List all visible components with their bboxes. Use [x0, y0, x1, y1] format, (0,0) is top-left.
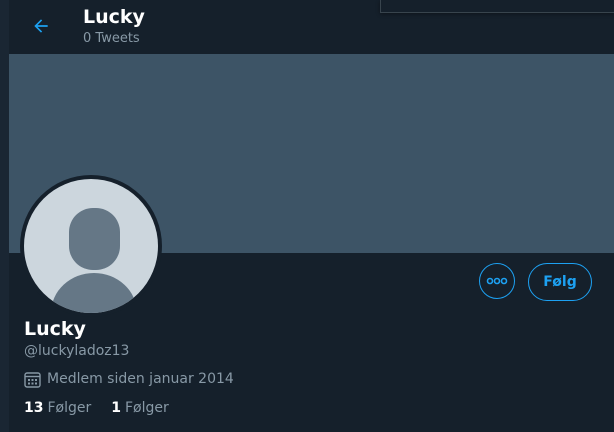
followers-label: Følger — [125, 400, 169, 416]
profile-name: Lucky — [24, 318, 86, 340]
following-label: Følger — [47, 400, 92, 416]
tweet-count: 0 Tweets — [83, 31, 140, 46]
back-button[interactable] — [27, 12, 55, 40]
left-edge — [0, 0, 9, 432]
calendar-icon — [24, 371, 41, 388]
join-date-text: Medlem siden januar 2014 — [47, 371, 234, 387]
profile-handle: @luckyladoz13 — [24, 343, 130, 359]
following-count: 13 — [24, 400, 44, 416]
follow-button[interactable]: Følg — [528, 263, 592, 301]
followers-count: 1 — [111, 400, 121, 416]
followers-link[interactable]: 1 Følger — [111, 399, 169, 417]
arrow-left-icon — [34, 19, 48, 33]
join-date: Medlem siden januar 2014 — [24, 370, 234, 388]
following-link[interactable]: 13 Følger — [24, 399, 91, 417]
default-avatar-icon — [24, 179, 158, 313]
header-title: Lucky — [83, 6, 145, 28]
more-options-icon — [486, 277, 508, 285]
dropdown-edge — [380, 0, 614, 13]
more-options-button[interactable] — [479, 263, 515, 299]
follow-counts: 13 Følger 1 Følger — [24, 399, 189, 417]
avatar[interactable] — [20, 175, 162, 317]
